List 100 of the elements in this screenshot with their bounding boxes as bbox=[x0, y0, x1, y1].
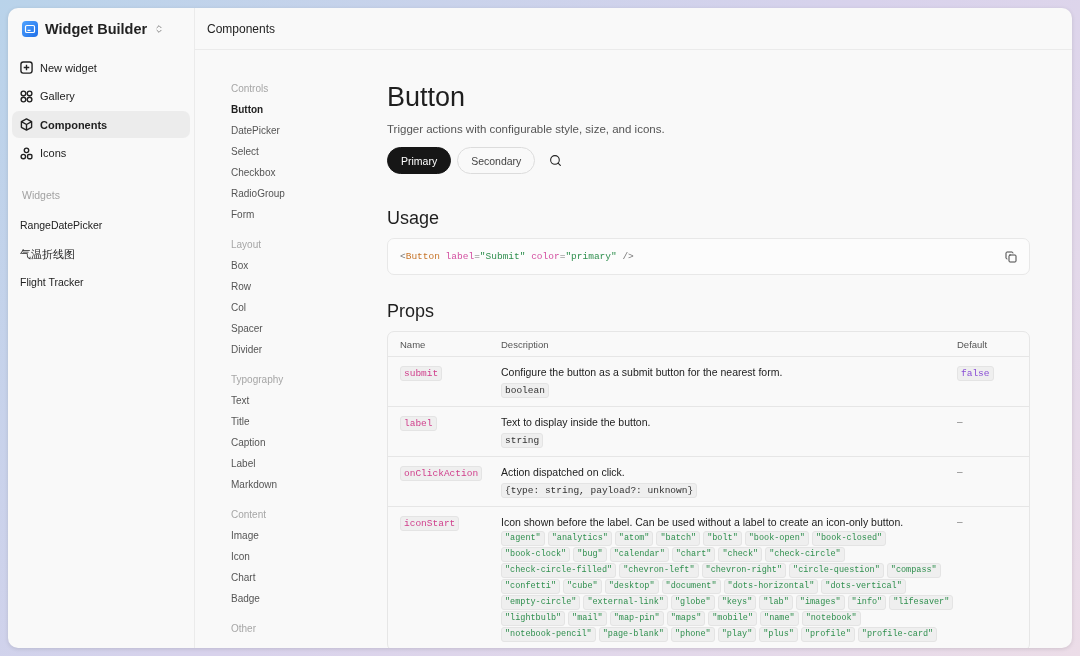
component-link[interactable]: Button bbox=[231, 103, 264, 124]
component-link[interactable]: DatePicker bbox=[231, 124, 280, 145]
value-tag: "book-clock" bbox=[501, 547, 571, 562]
component-link[interactable]: Spacer bbox=[231, 322, 263, 343]
value-tag: "desktop" bbox=[604, 579, 659, 594]
value-tag: "lightbulb" bbox=[501, 611, 566, 626]
value-tag: "analytics" bbox=[547, 531, 612, 546]
value-tag: "atom" bbox=[614, 531, 654, 546]
prop-name: label bbox=[400, 416, 437, 431]
widget-item[interactable]: Flight Tracker bbox=[20, 268, 84, 297]
value-tag: "chevron-right" bbox=[701, 563, 787, 578]
component-link[interactable]: Image bbox=[231, 529, 259, 550]
value-tag: "profile-card" bbox=[857, 627, 938, 642]
prop-description: Configure the button as a submit button for the nearest form. bbox=[501, 366, 783, 378]
shapes-icon bbox=[20, 146, 33, 160]
group-heading: Controls bbox=[231, 82, 269, 96]
widget-item[interactable]: 气温折线图 bbox=[20, 239, 75, 268]
group-heading: Layout bbox=[231, 238, 262, 252]
prop-name: iconStart bbox=[400, 516, 460, 531]
default-value: false bbox=[957, 366, 994, 381]
value-tag: "phone" bbox=[670, 627, 715, 642]
value-tag: "page-blank" bbox=[598, 627, 668, 642]
value-tag: "notebook-pencil" bbox=[501, 627, 596, 642]
value-tag: "plus" bbox=[759, 627, 798, 642]
value-tag: "batch" bbox=[656, 531, 701, 546]
section-heading: Widgets bbox=[22, 189, 60, 201]
value-tag: "check" bbox=[718, 547, 763, 562]
value-tag: "bug" bbox=[573, 547, 607, 562]
component-link[interactable]: Text bbox=[231, 394, 250, 415]
primary-button[interactable]: Primary bbox=[387, 147, 452, 174]
app-logo-icon bbox=[22, 21, 38, 37]
nav-item[interactable]: Gallery bbox=[12, 82, 190, 110]
widget-item[interactable]: RangeDatePicker bbox=[20, 211, 103, 240]
code-line: <Button label="Submit" color="primary" /> bbox=[400, 251, 634, 262]
search-icon[interactable] bbox=[549, 154, 563, 167]
component-link[interactable]: Col bbox=[231, 301, 246, 322]
component-link[interactable]: Markdown bbox=[231, 478, 278, 499]
value-tag: "circle-question" bbox=[789, 563, 884, 578]
component-link[interactable]: Icon bbox=[231, 550, 250, 571]
prop-type: {type: string, payload?: unknown} bbox=[501, 483, 698, 498]
prop-description: Text to display inside the button. bbox=[501, 416, 651, 428]
value-tag: "dots-vertical" bbox=[821, 579, 906, 594]
component-link[interactable]: Checkbox bbox=[231, 166, 276, 187]
column-header: Description bbox=[501, 339, 549, 350]
component-link[interactable]: Chart bbox=[231, 571, 256, 592]
value-tag: "chart" bbox=[671, 547, 716, 562]
value-tag: "check-circle" bbox=[765, 547, 845, 562]
value-tag: "lifesaver" bbox=[889, 595, 954, 610]
default-value: – bbox=[957, 516, 963, 527]
prop-name: submit bbox=[400, 366, 443, 381]
value-tag: "profile" bbox=[800, 627, 855, 642]
prop-description: Action dispatched on click. bbox=[501, 466, 625, 478]
group-heading: Other bbox=[231, 622, 256, 636]
value-tag: "confetti" bbox=[501, 579, 560, 594]
component-link[interactable]: Row bbox=[231, 280, 251, 301]
value-tag: "keys" bbox=[717, 595, 757, 610]
component-link[interactable]: Badge bbox=[231, 592, 260, 613]
value-tag: "globe" bbox=[670, 595, 715, 610]
prop-type: boolean bbox=[501, 383, 549, 398]
group-heading: Typography bbox=[231, 373, 284, 387]
value-tag: "mail" bbox=[568, 611, 607, 626]
value-tag: "book-closed" bbox=[811, 531, 887, 546]
secondary-button[interactable]: Secondary bbox=[457, 147, 536, 174]
grid-icon bbox=[20, 89, 33, 103]
component-link[interactable]: Title bbox=[231, 415, 250, 436]
section-heading: Props bbox=[387, 300, 436, 323]
component-link[interactable]: Label bbox=[231, 457, 256, 478]
value-tag: "lab" bbox=[759, 595, 793, 610]
value-tag: "maps" bbox=[666, 611, 706, 626]
value-tag: "mobile" bbox=[708, 611, 758, 626]
value-tag: "check-circle-filled" bbox=[501, 563, 617, 578]
nav-item[interactable]: New widget bbox=[12, 54, 190, 81]
component-link[interactable]: Select bbox=[231, 145, 259, 166]
page-header-title: Components bbox=[207, 21, 276, 36]
page-title: Button bbox=[387, 81, 467, 114]
nav-item[interactable]: Icons bbox=[12, 139, 190, 167]
value-tag: "notebook" bbox=[801, 611, 861, 626]
default-value: – bbox=[957, 416, 963, 427]
value-tag: "name" bbox=[760, 611, 799, 626]
group-heading: Content bbox=[231, 508, 267, 522]
nav-item[interactable]: Components bbox=[12, 111, 190, 138]
prop-type: string bbox=[501, 433, 544, 448]
component-link[interactable]: Box bbox=[231, 259, 249, 280]
component-link[interactable]: Caption bbox=[231, 436, 266, 457]
component-link[interactable]: Form bbox=[231, 208, 255, 229]
value-tag: "document" bbox=[661, 579, 721, 594]
value-tag: "info" bbox=[847, 595, 887, 610]
value-tag: "compass" bbox=[886, 563, 941, 578]
value-tag: "dots-horizontal" bbox=[723, 579, 819, 594]
copy-button[interactable] bbox=[1005, 250, 1017, 263]
prop-name: onClickAction bbox=[400, 466, 483, 481]
value-tag: "empty-circle" bbox=[501, 595, 581, 610]
value-tag: "chevron-left" bbox=[619, 563, 699, 578]
default-value: – bbox=[957, 466, 963, 477]
value-tag: "map-pin" bbox=[609, 611, 664, 626]
column-header: Default bbox=[957, 339, 988, 350]
component-link[interactable]: RadioGroup bbox=[231, 187, 285, 208]
component-link[interactable]: Divider bbox=[231, 343, 263, 364]
value-tag: "external-link" bbox=[583, 595, 668, 610]
section-heading: Usage bbox=[387, 207, 441, 230]
